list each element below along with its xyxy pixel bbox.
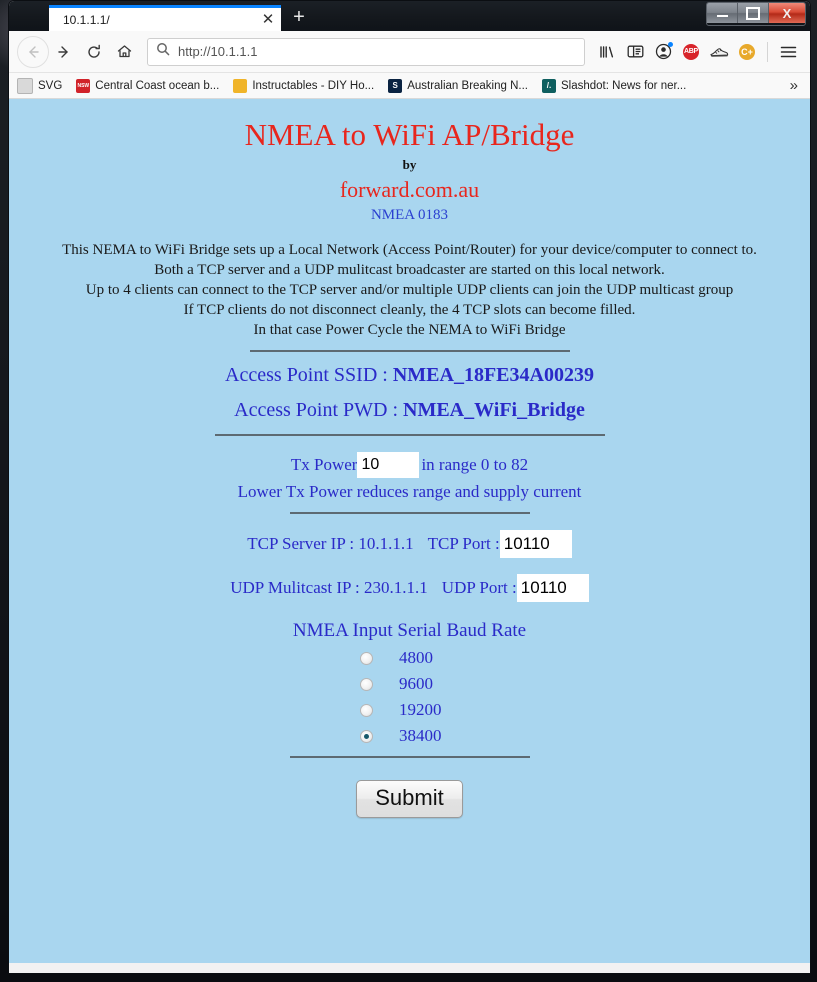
tcp-port-input[interactable] bbox=[499, 530, 572, 558]
browser-window: 10.1.1.1/ ✕ + X http://10.1.1.1 ABP C+ S… bbox=[8, 0, 811, 974]
ssid-label: Access Point SSID : bbox=[225, 364, 393, 386]
forward-arrow-icon[interactable] bbox=[49, 37, 79, 67]
description-block: This NEMA to WiFi Bridge sets up a Local… bbox=[9, 240, 810, 340]
smh-icon: S bbox=[388, 78, 403, 93]
access-point-pwd-row: Access Point PWD : NMEA_WiFi_Bridge bbox=[9, 399, 810, 422]
sneaker-extension-icon[interactable] bbox=[705, 37, 733, 67]
search-icon bbox=[156, 42, 170, 61]
close-button[interactable]: X bbox=[769, 3, 805, 23]
description-line: This NEMA to WiFi Bridge sets up a Local… bbox=[62, 242, 757, 258]
folder-icon bbox=[17, 77, 33, 94]
udp-row: UDP Mulitcast IP : 230.1.1.1 UDP Port : bbox=[9, 574, 810, 602]
reload-icon[interactable] bbox=[79, 37, 109, 67]
ssid-value: NMEA_18FE34A00239 bbox=[392, 364, 594, 386]
divider-4 bbox=[289, 756, 530, 758]
bookmark-item-central-coast[interactable]: NSW Central Coast ocean b... bbox=[76, 78, 220, 93]
bookmark-item-australian-news[interactable]: S Australian Breaking N... bbox=[388, 78, 528, 93]
tab-close-icon[interactable]: ✕ bbox=[255, 9, 281, 31]
maximize-button[interactable] bbox=[738, 3, 769, 23]
baud-label: 9600 bbox=[399, 674, 433, 693]
tx-power-range-text: in range 0 to 82 bbox=[421, 455, 529, 474]
slashdot-icon: /. bbox=[542, 78, 556, 93]
navigation-toolbar: http://10.1.1.1 ABP C+ bbox=[9, 31, 810, 73]
baud-option-4800[interactable]: 4800 bbox=[9, 648, 810, 668]
baud-option-9600[interactable]: 9600 bbox=[9, 674, 810, 694]
tcp-server-ip-label: TCP Server IP : 10.1.1.1 bbox=[247, 534, 414, 553]
udp-multicast-ip-label: UDP Mulitcast IP : 230.1.1.1 bbox=[230, 578, 428, 597]
desktop-background: 10.1.1.1/ ✕ + X http://10.1.1.1 ABP C+ S… bbox=[0, 0, 817, 982]
standard-label: NMEA 0183 bbox=[370, 207, 449, 223]
description-line: If TCP clients do not disconnect cleanly… bbox=[183, 302, 636, 318]
account-icon[interactable] bbox=[649, 37, 677, 67]
toolbar-divider bbox=[767, 41, 768, 62]
bookmark-item-svg[interactable]: SVG bbox=[17, 77, 63, 94]
divider-3 bbox=[289, 512, 530, 514]
title-bar: 10.1.1.1/ ✕ + X bbox=[9, 1, 810, 31]
description-line: Up to 4 clients can connect to the TCP s… bbox=[85, 282, 734, 298]
description-line: Both a TCP server and a UDP mulitcast br… bbox=[154, 262, 665, 278]
sidebar-icon[interactable] bbox=[621, 37, 649, 67]
baud-label: 38400 bbox=[399, 726, 442, 745]
baud-label: 4800 bbox=[399, 648, 433, 667]
tcp-port-label: TCP Port : bbox=[427, 534, 500, 553]
tab-title: 10.1.1.1/ bbox=[63, 12, 110, 27]
tcp-row: TCP Server IP : 10.1.1.1 TCP Port : bbox=[9, 530, 810, 558]
library-icon[interactable] bbox=[593, 37, 621, 67]
radio-19200[interactable] bbox=[360, 703, 373, 717]
nsw-icon: NSW bbox=[76, 78, 91, 93]
browser-tab-active[interactable]: 10.1.1.1/ ✕ bbox=[49, 5, 281, 31]
c-plus-extension-icon[interactable]: C+ bbox=[733, 37, 761, 67]
radio-4800[interactable] bbox=[360, 651, 373, 665]
brand-name: forward.com.au bbox=[339, 177, 480, 202]
instructables-icon bbox=[233, 78, 248, 93]
new-tab-button[interactable]: + bbox=[287, 7, 311, 29]
description-line: In that case Power Cycle the NEMA to WiF… bbox=[253, 322, 566, 338]
bookmark-label: Instructables - DIY Ho... bbox=[252, 79, 375, 92]
adblock-plus-icon[interactable]: ABP bbox=[677, 37, 705, 67]
byline-by: by bbox=[402, 157, 417, 172]
bookmark-label: Slashdot: News for ner... bbox=[561, 79, 687, 92]
submit-button[interactable]: Submit bbox=[356, 780, 463, 818]
divider-1 bbox=[249, 350, 570, 352]
page-title: NMEA to WiFi AP/Bridge bbox=[244, 117, 575, 152]
window-controls: X bbox=[706, 2, 806, 26]
bookmarks-overflow-icon[interactable]: » bbox=[790, 77, 802, 94]
back-arrow-icon[interactable] bbox=[17, 35, 49, 68]
pwd-label: Access Point PWD : bbox=[234, 399, 404, 421]
address-bar[interactable]: http://10.1.1.1 bbox=[147, 37, 585, 66]
bookmarks-bar: SVG NSW Central Coast ocean b... Instruc… bbox=[9, 73, 810, 99]
baud-option-19200[interactable]: 19200 bbox=[9, 700, 810, 720]
radio-9600[interactable] bbox=[360, 677, 373, 691]
address-bar-text: http://10.1.1.1 bbox=[178, 44, 258, 59]
bookmark-label: Central Coast ocean b... bbox=[95, 79, 220, 92]
baud-option-38400[interactable]: 38400 bbox=[9, 726, 810, 746]
account-notification-dot bbox=[668, 41, 673, 47]
minimize-button[interactable] bbox=[707, 3, 738, 23]
bookmark-item-slashdot[interactable]: /. Slashdot: News for ner... bbox=[542, 78, 687, 93]
bookmark-item-instructables[interactable]: Instructables - DIY Ho... bbox=[233, 78, 375, 93]
hamburger-menu-icon[interactable] bbox=[774, 37, 802, 67]
tx-power-row: Tx Power in range 0 to 82 bbox=[9, 452, 810, 478]
access-point-ssid-row: Access Point SSID : NMEA_18FE34A00239 bbox=[9, 364, 810, 387]
tx-power-input[interactable] bbox=[357, 452, 420, 478]
tx-power-label: Tx Power bbox=[290, 455, 358, 474]
pwd-value: NMEA_WiFi_Bridge bbox=[403, 399, 585, 421]
baud-label: 19200 bbox=[399, 700, 442, 719]
baud-rate-title: NMEA Input Serial Baud Rate bbox=[292, 620, 527, 641]
page-content: NMEA to WiFi AP/Bridge by forward.com.au… bbox=[9, 99, 810, 963]
bookmark-label: SVG bbox=[38, 79, 63, 92]
tx-power-note: Lower Tx Power reduces range and supply … bbox=[237, 482, 582, 501]
divider-2 bbox=[214, 434, 605, 436]
udp-port-input[interactable] bbox=[516, 574, 589, 602]
bookmark-label: Australian Breaking N... bbox=[407, 79, 528, 92]
radio-38400[interactable] bbox=[360, 729, 373, 743]
udp-port-label: UDP Port : bbox=[441, 578, 517, 597]
home-icon[interactable] bbox=[109, 37, 139, 67]
